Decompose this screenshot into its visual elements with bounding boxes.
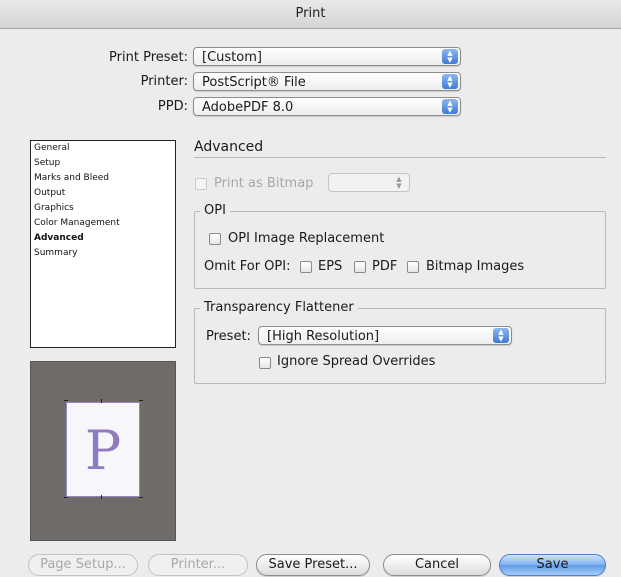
sidebar-item-summary[interactable]: Summary <box>31 246 175 261</box>
ppd-select[interactable]: AdobePDF 8.0 ▲ ▼ <box>193 97 461 116</box>
sidebar-item-color-management[interactable]: Color Management <box>31 216 175 231</box>
opi-group-title: OPI <box>200 204 230 218</box>
print-as-bitmap-checkbox[interactable] <box>195 178 207 190</box>
save-preset-button[interactable]: Save Preset... <box>256 554 370 576</box>
pdf-checkbox[interactable] <box>354 261 366 273</box>
page-preview: P <box>30 361 176 541</box>
printer-label: Printer: <box>140 74 188 89</box>
page-setup-button[interactable]: Page Setup... <box>28 554 138 576</box>
preview-letter: P <box>84 419 122 482</box>
crop-mark <box>64 497 68 498</box>
printer-select[interactable]: PostScript® File ▲ ▼ <box>193 72 461 91</box>
flattener-group-title: Transparency Flattener <box>200 301 358 315</box>
transparency-flattener-group <box>194 308 606 384</box>
sidebar-item-advanced[interactable]: Advanced <box>31 231 175 246</box>
category-list[interactable]: General Setup Marks and Bleed Output Gra… <box>30 140 176 348</box>
section-title: Advanced <box>194 139 264 155</box>
flattener-preset-value: [High Resolution] <box>267 329 380 344</box>
crop-mark <box>101 399 102 403</box>
crop-mark <box>101 495 102 499</box>
flattener-preset-label: Preset: <box>206 329 251 344</box>
preview-page: P <box>66 402 140 497</box>
popup-arrows-icon: ▲ ▼ <box>493 328 509 343</box>
bitmap-images-label: Bitmap Images <box>426 259 525 274</box>
ppd-value: AdobePDF 8.0 <box>202 100 294 115</box>
print-as-bitmap-label: Print as Bitmap <box>214 176 314 191</box>
sidebar-item-marks-and-bleed[interactable]: Marks and Bleed <box>31 171 175 186</box>
pdf-label: PDF <box>372 259 398 274</box>
bitmap-resolution-select[interactable]: ▲ ▼ <box>328 173 410 192</box>
popup-arrows-icon: ▲ ▼ <box>396 174 402 190</box>
section-divider <box>194 157 606 158</box>
opi-image-replacement-label: OPI Image Replacement <box>228 231 385 246</box>
printer-button[interactable]: Printer... <box>148 554 248 576</box>
sidebar-item-setup[interactable]: Setup <box>31 156 175 171</box>
omit-for-opi-label: Omit For OPI: <box>204 259 291 274</box>
popup-arrows-icon: ▲ ▼ <box>442 99 458 114</box>
sidebar-item-output[interactable]: Output <box>31 186 175 201</box>
eps-label: EPS <box>318 259 343 274</box>
save-button[interactable]: Save <box>499 554 606 576</box>
popup-arrows-icon: ▲ ▼ <box>442 74 458 89</box>
print-preset-value: [Custom] <box>202 50 262 65</box>
sidebar-item-graphics[interactable]: Graphics <box>31 201 175 216</box>
sidebar-item-general[interactable]: General <box>31 141 175 156</box>
print-preset-label: Print Preset: <box>109 50 188 65</box>
popup-arrows-icon: ▲ ▼ <box>442 49 458 64</box>
ignore-spread-overrides-label: Ignore Spread Overrides <box>277 354 436 369</box>
opi-group <box>194 211 606 289</box>
eps-checkbox[interactable] <box>300 261 312 273</box>
bitmap-images-checkbox[interactable] <box>407 261 419 273</box>
flattener-preset-select[interactable]: [High Resolution] ▲ ▼ <box>258 326 512 345</box>
crop-mark <box>64 400 68 401</box>
crop-mark <box>139 400 143 401</box>
opi-image-replacement-checkbox[interactable] <box>209 233 221 245</box>
window-title: Print <box>0 0 621 29</box>
print-preset-select[interactable]: [Custom] ▲ ▼ <box>193 47 461 66</box>
cancel-button[interactable]: Cancel <box>383 554 491 576</box>
ppd-label: PPD: <box>157 99 188 114</box>
printer-value: PostScript® File <box>202 75 306 90</box>
ignore-spread-overrides-checkbox[interactable] <box>259 357 271 369</box>
crop-mark <box>139 497 143 498</box>
